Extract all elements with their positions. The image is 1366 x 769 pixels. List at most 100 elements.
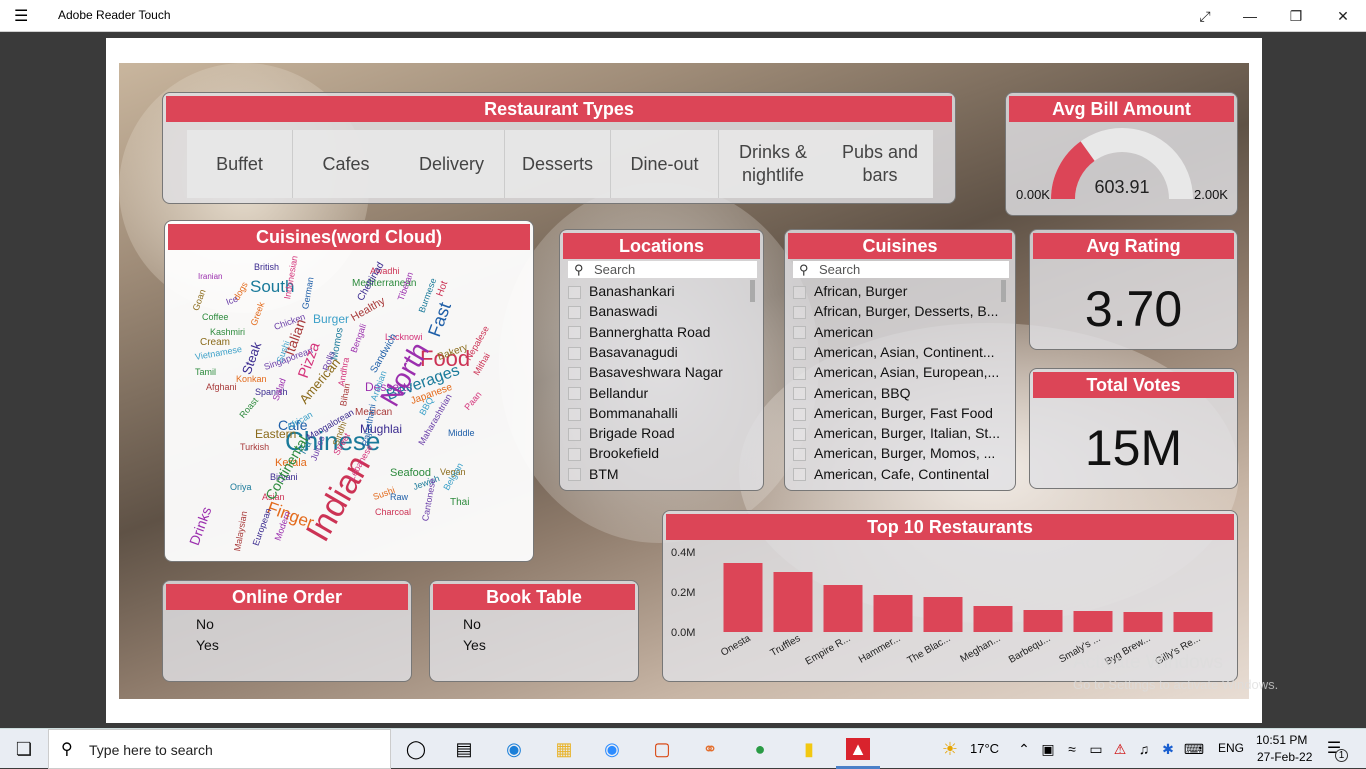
checkbox-icon[interactable] (568, 306, 581, 320)
checkbox-icon[interactable] (793, 326, 806, 340)
wordcloud-word: Hot (434, 279, 451, 298)
list-item[interactable]: American, Burger, Italian, St... (793, 423, 1015, 443)
bar[interactable] (873, 595, 913, 632)
hamburger-menu-icon[interactable]: ☰ (14, 6, 28, 26)
type-tile-desserts[interactable]: Desserts (505, 130, 611, 198)
clock-date[interactable]: 27-Feb-22 (1257, 750, 1312, 764)
type-tile-pubs-bars[interactable]: Pubs and bars (827, 130, 933, 198)
bar[interactable] (1023, 610, 1063, 632)
x-tick-label: The Blac... (906, 633, 953, 666)
list-item[interactable]: American, Cafe, Continental (793, 464, 1015, 484)
list-item-label: Basaveshwara Nagar (589, 364, 723, 381)
bar[interactable] (973, 606, 1013, 632)
list-item[interactable]: Basavanagudi (568, 342, 790, 362)
checkbox-icon[interactable] (568, 407, 581, 421)
adobe-reader-icon[interactable]: ▲ (846, 738, 870, 760)
meet-now-icon[interactable]: ▣ (1036, 738, 1060, 760)
checkbox-icon[interactable] (793, 407, 806, 421)
keyboard-icon[interactable]: ⌨ (1182, 738, 1206, 760)
maximize-button[interactable]: ❐ (1286, 6, 1306, 26)
chrome-icon[interactable]: ● (748, 738, 772, 760)
checkbox-icon[interactable] (793, 346, 806, 360)
list-item[interactable]: African, Burger (793, 281, 1015, 301)
taskbar-search-input[interactable]: ⚲ Type here to search (48, 729, 391, 769)
language-indicator[interactable]: ENG (1218, 741, 1244, 755)
power-bi-icon[interactable]: ▮ (797, 738, 821, 760)
list-item[interactable]: American, Burger, Fast Food (793, 403, 1015, 423)
checkbox-icon[interactable] (568, 346, 581, 360)
checkbox-icon[interactable] (568, 387, 581, 401)
list-item[interactable]: African, Burger, Desserts, B... (793, 301, 1015, 321)
locations-search-input[interactable]: ⚲ Search (568, 261, 757, 278)
online-order-option-no[interactable]: No (196, 616, 214, 632)
checkbox-icon[interactable] (568, 427, 581, 441)
volume-icon[interactable]: ♫ (1132, 738, 1156, 760)
checkbox-icon[interactable] (793, 448, 806, 462)
weather-icon[interactable]: ☀ (938, 738, 962, 760)
list-item[interactable]: American, Asian, Continent... (793, 342, 1015, 362)
type-tile-drinks-nightlife[interactable]: Drinks & nightlife (719, 130, 827, 198)
checkbox-icon[interactable] (793, 366, 806, 380)
chevron-up-icon[interactable]: ⌃ (1012, 738, 1036, 760)
wifi-icon[interactable]: ≈ (1060, 738, 1084, 760)
task-view-icon[interactable]: ▤ (452, 738, 476, 760)
wordcloud-word: Roast (237, 395, 261, 420)
close-button[interactable]: ✕ (1333, 6, 1353, 26)
x-tick-label: Meghan... (958, 633, 1002, 665)
checkbox-icon[interactable] (793, 306, 806, 320)
type-tile-dine-out[interactable]: Dine-out (611, 130, 719, 198)
list-item[interactable]: Basaveshwara Nagar (568, 362, 790, 382)
checkbox-icon[interactable] (568, 285, 581, 299)
bar[interactable] (1173, 612, 1213, 632)
checkbox-icon[interactable] (568, 326, 581, 340)
zoom-icon[interactable]: ◉ (600, 738, 624, 760)
file-explorer-icon[interactable]: ▦ (552, 738, 576, 760)
wordcloud-word: Bengali (348, 322, 369, 354)
checkbox-icon[interactable] (793, 285, 806, 299)
bluetooth-icon[interactable]: ✱ (1156, 738, 1180, 760)
checkbox-icon[interactable] (568, 448, 581, 462)
office-icon[interactable]: ▢ (650, 738, 674, 760)
clock-time[interactable]: 10:51 PM (1256, 733, 1307, 747)
bar[interactable] (923, 597, 963, 632)
type-tile-cafes[interactable]: Cafes (293, 130, 399, 198)
online-order-option-yes[interactable]: Yes (196, 637, 219, 653)
bar[interactable] (773, 572, 813, 632)
list-item[interactable]: Banaswadi (568, 301, 790, 321)
list-item[interactable]: Banashankari (568, 281, 790, 301)
book-table-option-yes[interactable]: Yes (463, 637, 486, 653)
list-item[interactable]: American, Burger, Momos, ... (793, 443, 1015, 463)
bar[interactable] (1073, 611, 1113, 632)
list-item[interactable]: American, Asian, European,... (793, 362, 1015, 382)
minimize-button[interactable]: — (1240, 6, 1260, 26)
checkbox-icon[interactable] (793, 427, 806, 441)
list-item[interactable]: Bommanahalli (568, 403, 790, 423)
type-tile-delivery[interactable]: Delivery (399, 130, 505, 198)
list-item[interactable]: Bannerghatta Road (568, 322, 790, 342)
list-item[interactable]: Brigade Road (568, 423, 790, 443)
bar[interactable] (823, 585, 863, 632)
network-error-icon[interactable]: ⚠ (1108, 738, 1132, 760)
list-item[interactable]: BTM (568, 464, 790, 484)
checkbox-icon[interactable] (568, 468, 581, 482)
type-tile-buffet[interactable]: Buffet (187, 130, 293, 198)
bar[interactable] (723, 563, 763, 632)
cuisines-wordcloud-card: Cuisines(word Cloud) British Iranian South… (164, 220, 534, 562)
bar[interactable] (1123, 612, 1163, 632)
cuisines-search-input[interactable]: ⚲ Search (793, 261, 1009, 278)
weather-temp[interactable]: 17°C (970, 741, 999, 756)
book-table-option-no[interactable]: No (463, 616, 481, 632)
checkbox-icon[interactable] (793, 468, 806, 482)
list-item[interactable]: Brookefield (568, 443, 790, 463)
list-item[interactable]: American (793, 322, 1015, 342)
list-item[interactable]: American, BBQ (793, 383, 1015, 403)
cortana-icon[interactable]: ◯ (404, 738, 428, 760)
list-item[interactable]: Bellandur (568, 383, 790, 403)
fullscreen-icon[interactable]: ⤢ (1195, 6, 1215, 26)
checkbox-icon[interactable] (568, 366, 581, 380)
checkbox-icon[interactable] (793, 387, 806, 401)
edge-icon[interactable]: ◉ (502, 738, 526, 760)
windows-start-icon[interactable]: ❏ (12, 738, 36, 760)
battery-icon[interactable]: ▭ (1084, 738, 1108, 760)
app-icon[interactable]: ⚭ (698, 738, 722, 760)
